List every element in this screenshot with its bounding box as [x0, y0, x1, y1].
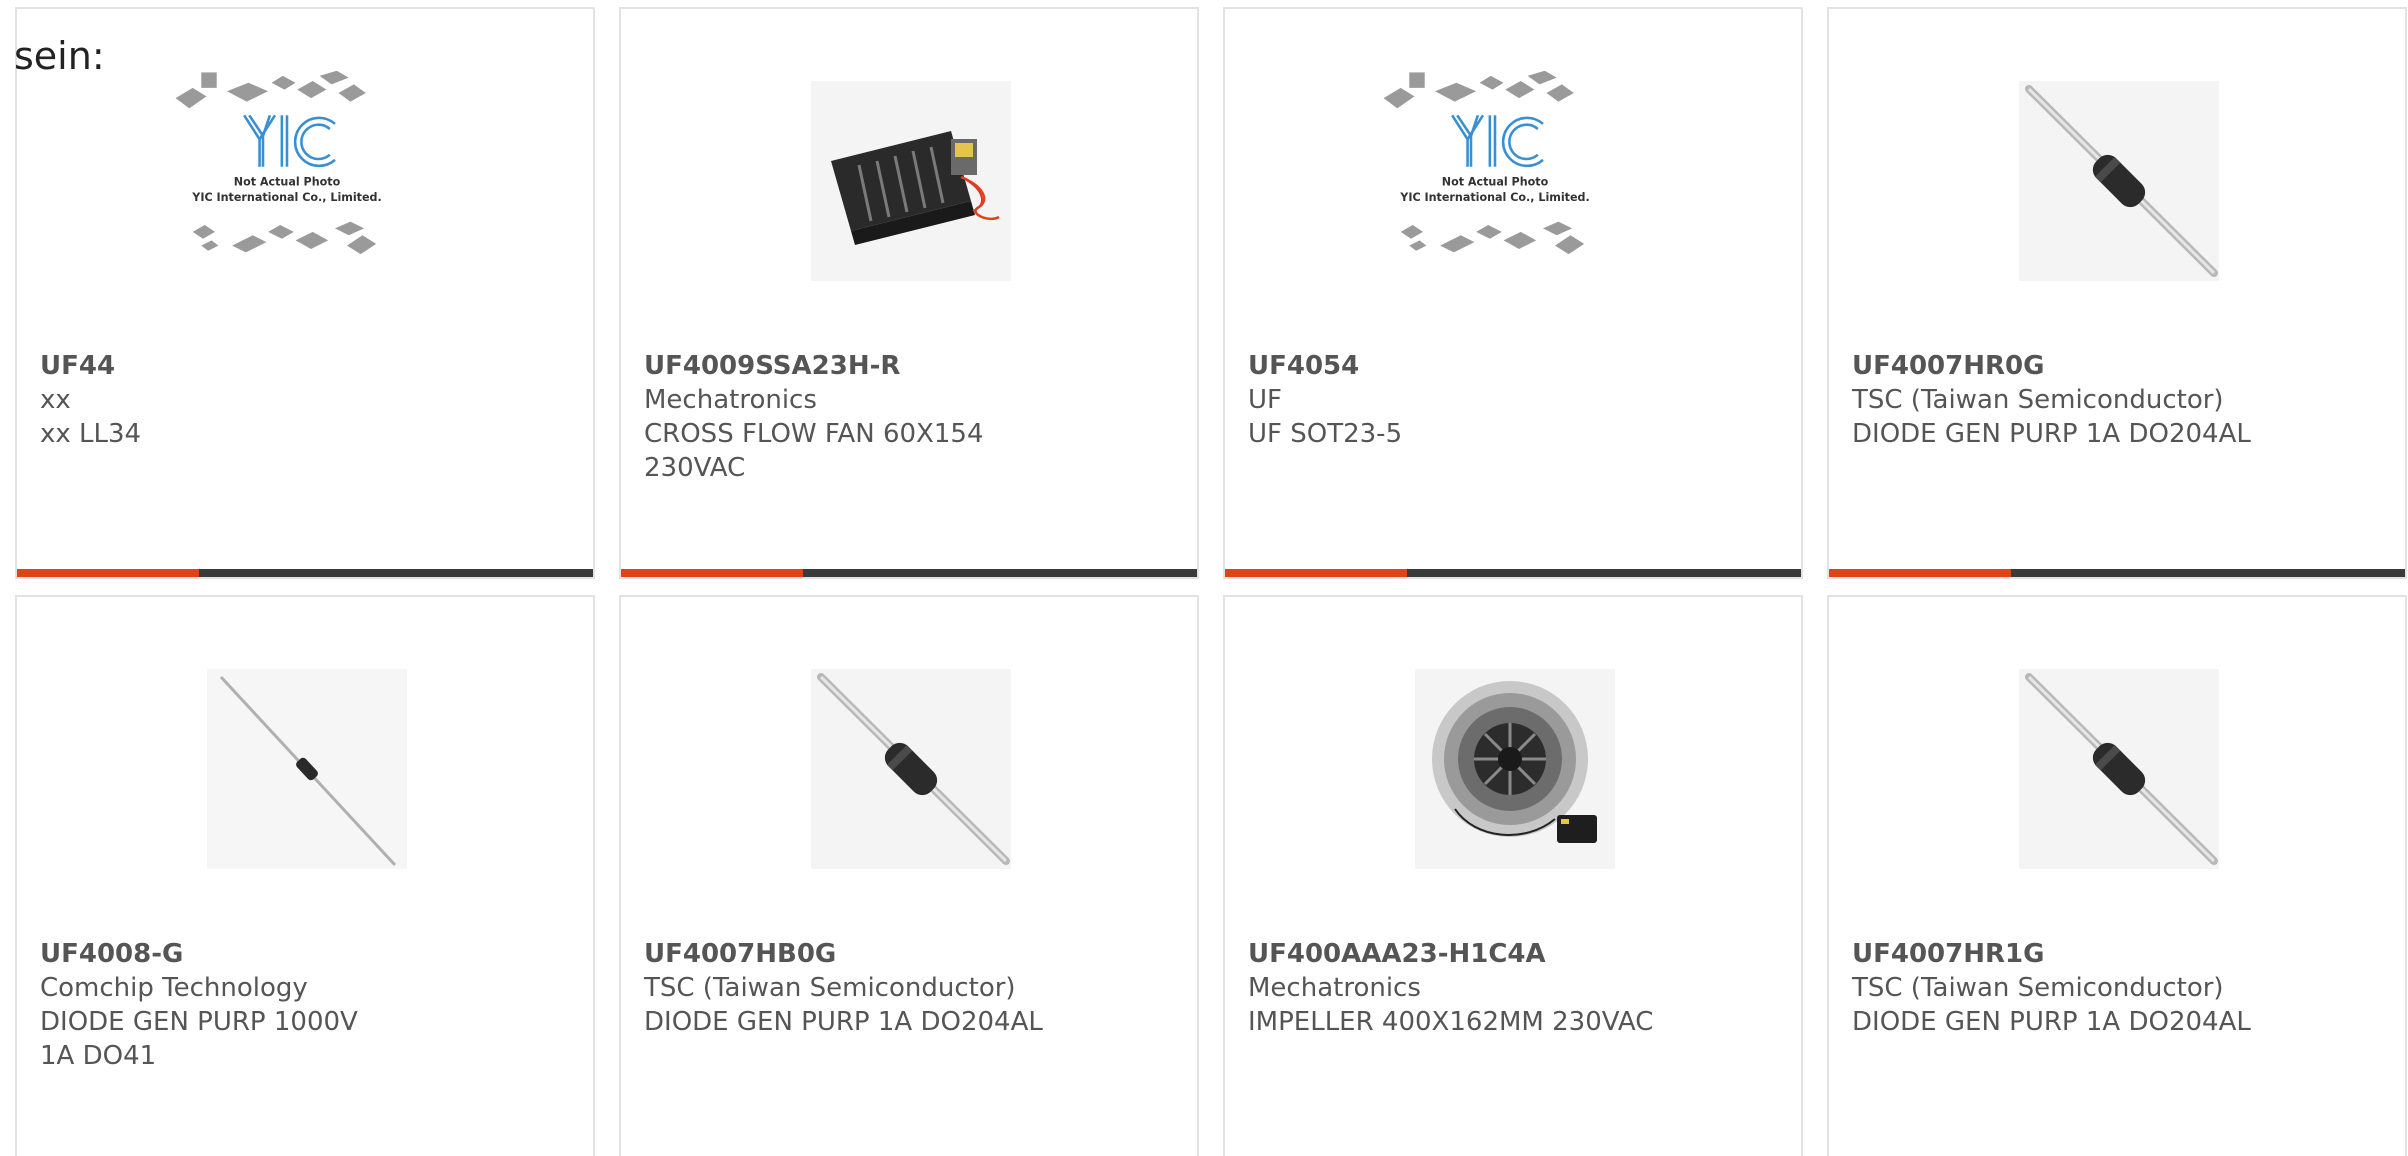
- product-info: UF4009SSA23H-R Mechatronics CROSS FLOW F…: [644, 349, 1164, 485]
- product-card[interactable]: UF4007HR0G TSC (Taiwan Semiconductor) DI…: [1827, 7, 2407, 579]
- product-image-thin-axial-diode[interactable]: [207, 669, 407, 869]
- product-card[interactable]: UF4008-G Comchip Technology DIODE GEN PU…: [15, 595, 595, 1156]
- product-info: UF4054 UF UF SOT23-5: [1248, 349, 1768, 451]
- card-accent-bar: [1829, 569, 2011, 577]
- part-number-link[interactable]: UF4007HR1G: [1852, 937, 2372, 971]
- product-info: UF400AAA23-H1C4A Mechatronics IMPELLER 4…: [1248, 937, 1768, 1039]
- product-image-cross-flow-fan[interactable]: [811, 81, 1011, 281]
- product-grid: Not Actual Photo YIC International Co., …: [15, 7, 2407, 1156]
- card-footer-bar: [621, 569, 1197, 577]
- manufacturer-label: xx: [40, 385, 71, 415]
- manufacturer-label: Mechatronics: [1248, 973, 1421, 1003]
- product-card[interactable]: Not Actual Photo YIC International Co., …: [15, 7, 595, 579]
- card-footer-bar: [17, 569, 593, 577]
- description-label: UF SOT23-5: [1248, 419, 1403, 449]
- description-label: xx LL34: [40, 419, 142, 449]
- product-card[interactable]: UF4009SSA23H-R Mechatronics CROSS FLOW F…: [619, 7, 1199, 579]
- product-image-yic-placeholder[interactable]: Not Actual Photo YIC International Co., …: [175, 70, 407, 281]
- description-label: IMPELLER 400X162MM 230VAC: [1248, 1007, 1654, 1037]
- part-number-link[interactable]: UF4007HB0G: [644, 937, 1164, 971]
- description-label: CROSS FLOW FAN 60X154 230VAC: [644, 419, 984, 483]
- part-number-link[interactable]: UF4054: [1248, 349, 1768, 383]
- placeholder-line2: YIC International Co., Limited.: [1399, 191, 1589, 204]
- product-card[interactable]: UF4007HB0G TSC (Taiwan Semiconductor) DI…: [619, 595, 1199, 1156]
- part-number-link[interactable]: UF4009SSA23H-R: [644, 349, 1164, 383]
- card-accent-bar: [621, 569, 803, 577]
- product-image-yic-placeholder[interactable]: Not Actual Photo YIC International Co., …: [1383, 70, 1615, 281]
- card-accent-bar: [17, 569, 199, 577]
- intro-text: sein:: [14, 34, 105, 78]
- description-label: DIODE GEN PURP 1A DO204AL: [1852, 419, 2251, 449]
- product-info: UF4007HR1G TSC (Taiwan Semiconductor) DI…: [1852, 937, 2372, 1039]
- part-number-link[interactable]: UF44: [40, 349, 560, 383]
- product-card[interactable]: UF400AAA23-H1C4A Mechatronics IMPELLER 4…: [1223, 595, 1803, 1156]
- card-footer-bar: [1225, 569, 1801, 577]
- manufacturer-label: Mechatronics: [644, 385, 817, 415]
- product-image-impeller[interactable]: [1415, 669, 1615, 869]
- manufacturer-label: TSC (Taiwan Semiconductor): [1852, 973, 2224, 1003]
- product-image-axial-diode[interactable]: [2019, 81, 2219, 281]
- product-card[interactable]: UF4007HR1G TSC (Taiwan Semiconductor) DI…: [1827, 595, 2407, 1156]
- card-footer-bar: [1829, 569, 2405, 577]
- description-label: DIODE GEN PURP 1000V 1A DO41: [40, 1007, 358, 1071]
- product-info: UF44 xx xx LL34: [40, 349, 560, 451]
- part-number-link[interactable]: UF4007HR0G: [1852, 349, 2372, 383]
- manufacturer-label: TSC (Taiwan Semiconductor): [644, 973, 1016, 1003]
- manufacturer-label: UF: [1248, 385, 1282, 415]
- card-accent-bar: [1225, 569, 1407, 577]
- product-info: UF4008-G Comchip Technology DIODE GEN PU…: [40, 937, 560, 1073]
- description-label: DIODE GEN PURP 1A DO204AL: [644, 1007, 1043, 1037]
- product-card[interactable]: Not Actual Photo YIC International Co., …: [1223, 7, 1803, 579]
- manufacturer-label: TSC (Taiwan Semiconductor): [1852, 385, 2224, 415]
- description-label: DIODE GEN PURP 1A DO204AL: [1852, 1007, 2251, 1037]
- product-info: UF4007HR0G TSC (Taiwan Semiconductor) DI…: [1852, 349, 2372, 451]
- product-listing-page: sein: Not Actual Photo YIC International…: [0, 0, 2408, 1156]
- part-number-link[interactable]: UF4008-G: [40, 937, 560, 971]
- placeholder-line1: Not Actual Photo: [234, 176, 341, 189]
- product-info: UF4007HB0G TSC (Taiwan Semiconductor) DI…: [644, 937, 1164, 1039]
- manufacturer-label: Comchip Technology: [40, 973, 308, 1003]
- placeholder-line1: Not Actual Photo: [1442, 176, 1549, 189]
- product-image-axial-diode[interactable]: [2019, 669, 2219, 869]
- product-image-axial-diode[interactable]: [811, 669, 1011, 869]
- part-number-link[interactable]: UF400AAA23-H1C4A: [1248, 937, 1768, 971]
- placeholder-line2: YIC International Co., Limited.: [191, 191, 381, 204]
